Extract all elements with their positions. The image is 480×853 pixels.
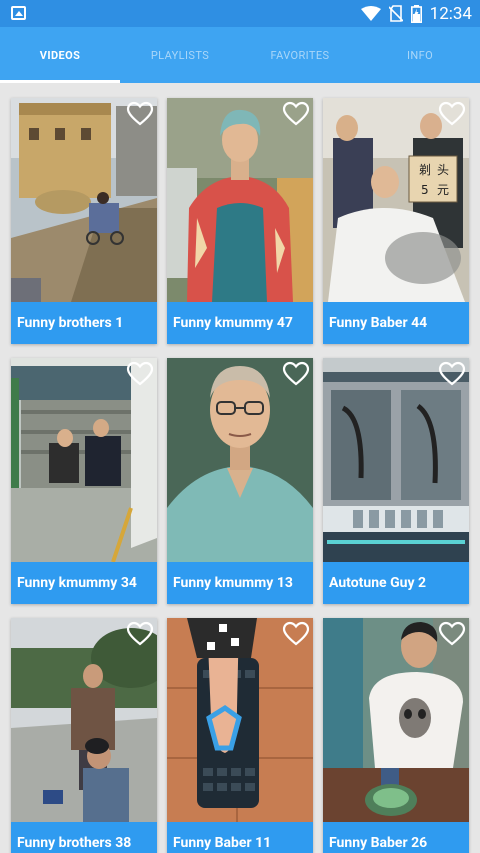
favorite-heart-icon[interactable] <box>282 361 310 387</box>
video-title: Funny Baber 26 <box>323 822 469 853</box>
sign-char: 剃 <box>419 163 431 177</box>
status-bar: 12:34 <box>0 0 480 27</box>
video-card[interactable]: Funny kmummy 47 <box>167 98 313 344</box>
favorite-heart-icon[interactable] <box>438 101 466 127</box>
no-sim-icon <box>388 5 403 22</box>
favorite-heart-icon[interactable] <box>126 621 154 647</box>
video-thumbnail <box>11 98 157 302</box>
video-card[interactable]: Autotune Guy 2 <box>323 358 469 604</box>
battery-icon <box>410 4 422 23</box>
tab-playlists[interactable]: PLAYLISTS <box>120 27 240 83</box>
tab-favorites[interactable]: FAVORITES <box>240 27 360 83</box>
clock: 12:34 <box>429 3 472 24</box>
video-thumbnail <box>11 358 157 562</box>
video-thumbnail <box>11 618 157 822</box>
video-card[interactable]: Funny kmummy 13 <box>167 358 313 604</box>
video-title: Autotune Guy 2 <box>323 562 469 604</box>
video-title: Funny brothers 38 <box>11 822 157 853</box>
video-grid: Funny brothers 1 Funny kmummy 47 剃 头 5 元… <box>0 83 480 853</box>
favorite-heart-icon[interactable] <box>126 101 154 127</box>
video-card[interactable]: Funny kmummy 34 <box>11 358 157 604</box>
video-thumbnail <box>167 618 313 822</box>
favorite-heart-icon[interactable] <box>282 621 310 647</box>
favorite-heart-icon[interactable] <box>282 101 310 127</box>
video-title: Funny Baber 11 <box>167 822 313 853</box>
video-title: Funny Baber 44 <box>323 302 469 344</box>
video-title: Funny brothers 1 <box>11 302 157 344</box>
video-card[interactable]: 剃 头 5 元 Funny Baber 44 <box>323 98 469 344</box>
video-title: Funny kmummy 13 <box>167 562 313 604</box>
favorite-heart-icon[interactable] <box>438 361 466 387</box>
tab-videos[interactable]: VIDEOS <box>0 27 120 83</box>
video-thumbnail <box>167 98 313 302</box>
favorite-heart-icon[interactable] <box>438 621 466 647</box>
video-card[interactable]: Funny Baber 11 <box>167 618 313 853</box>
video-card[interactable]: Funny Baber 26 <box>323 618 469 853</box>
video-thumbnail <box>323 358 469 562</box>
image-notification-icon <box>11 6 26 20</box>
video-card[interactable]: Funny brothers 38 <box>11 618 157 853</box>
video-title: Funny kmummy 34 <box>11 562 157 604</box>
video-thumbnail <box>323 618 469 822</box>
favorite-heart-icon[interactable] <box>126 361 154 387</box>
wifi-icon <box>360 5 381 21</box>
video-card[interactable]: Funny brothers 1 <box>11 98 157 344</box>
video-title: Funny kmummy 47 <box>167 302 313 344</box>
video-thumbnail <box>167 358 313 562</box>
tab-info[interactable]: INFO <box>360 27 480 83</box>
video-thumbnail: 剃 头 5 元 <box>323 98 469 302</box>
tab-bar: VIDEOS PLAYLISTS FAVORITES INFO <box>0 27 480 83</box>
sign-char: 头 <box>437 163 449 177</box>
sign-char: 元 <box>437 183 449 197</box>
sign-char: 5 <box>421 183 429 197</box>
